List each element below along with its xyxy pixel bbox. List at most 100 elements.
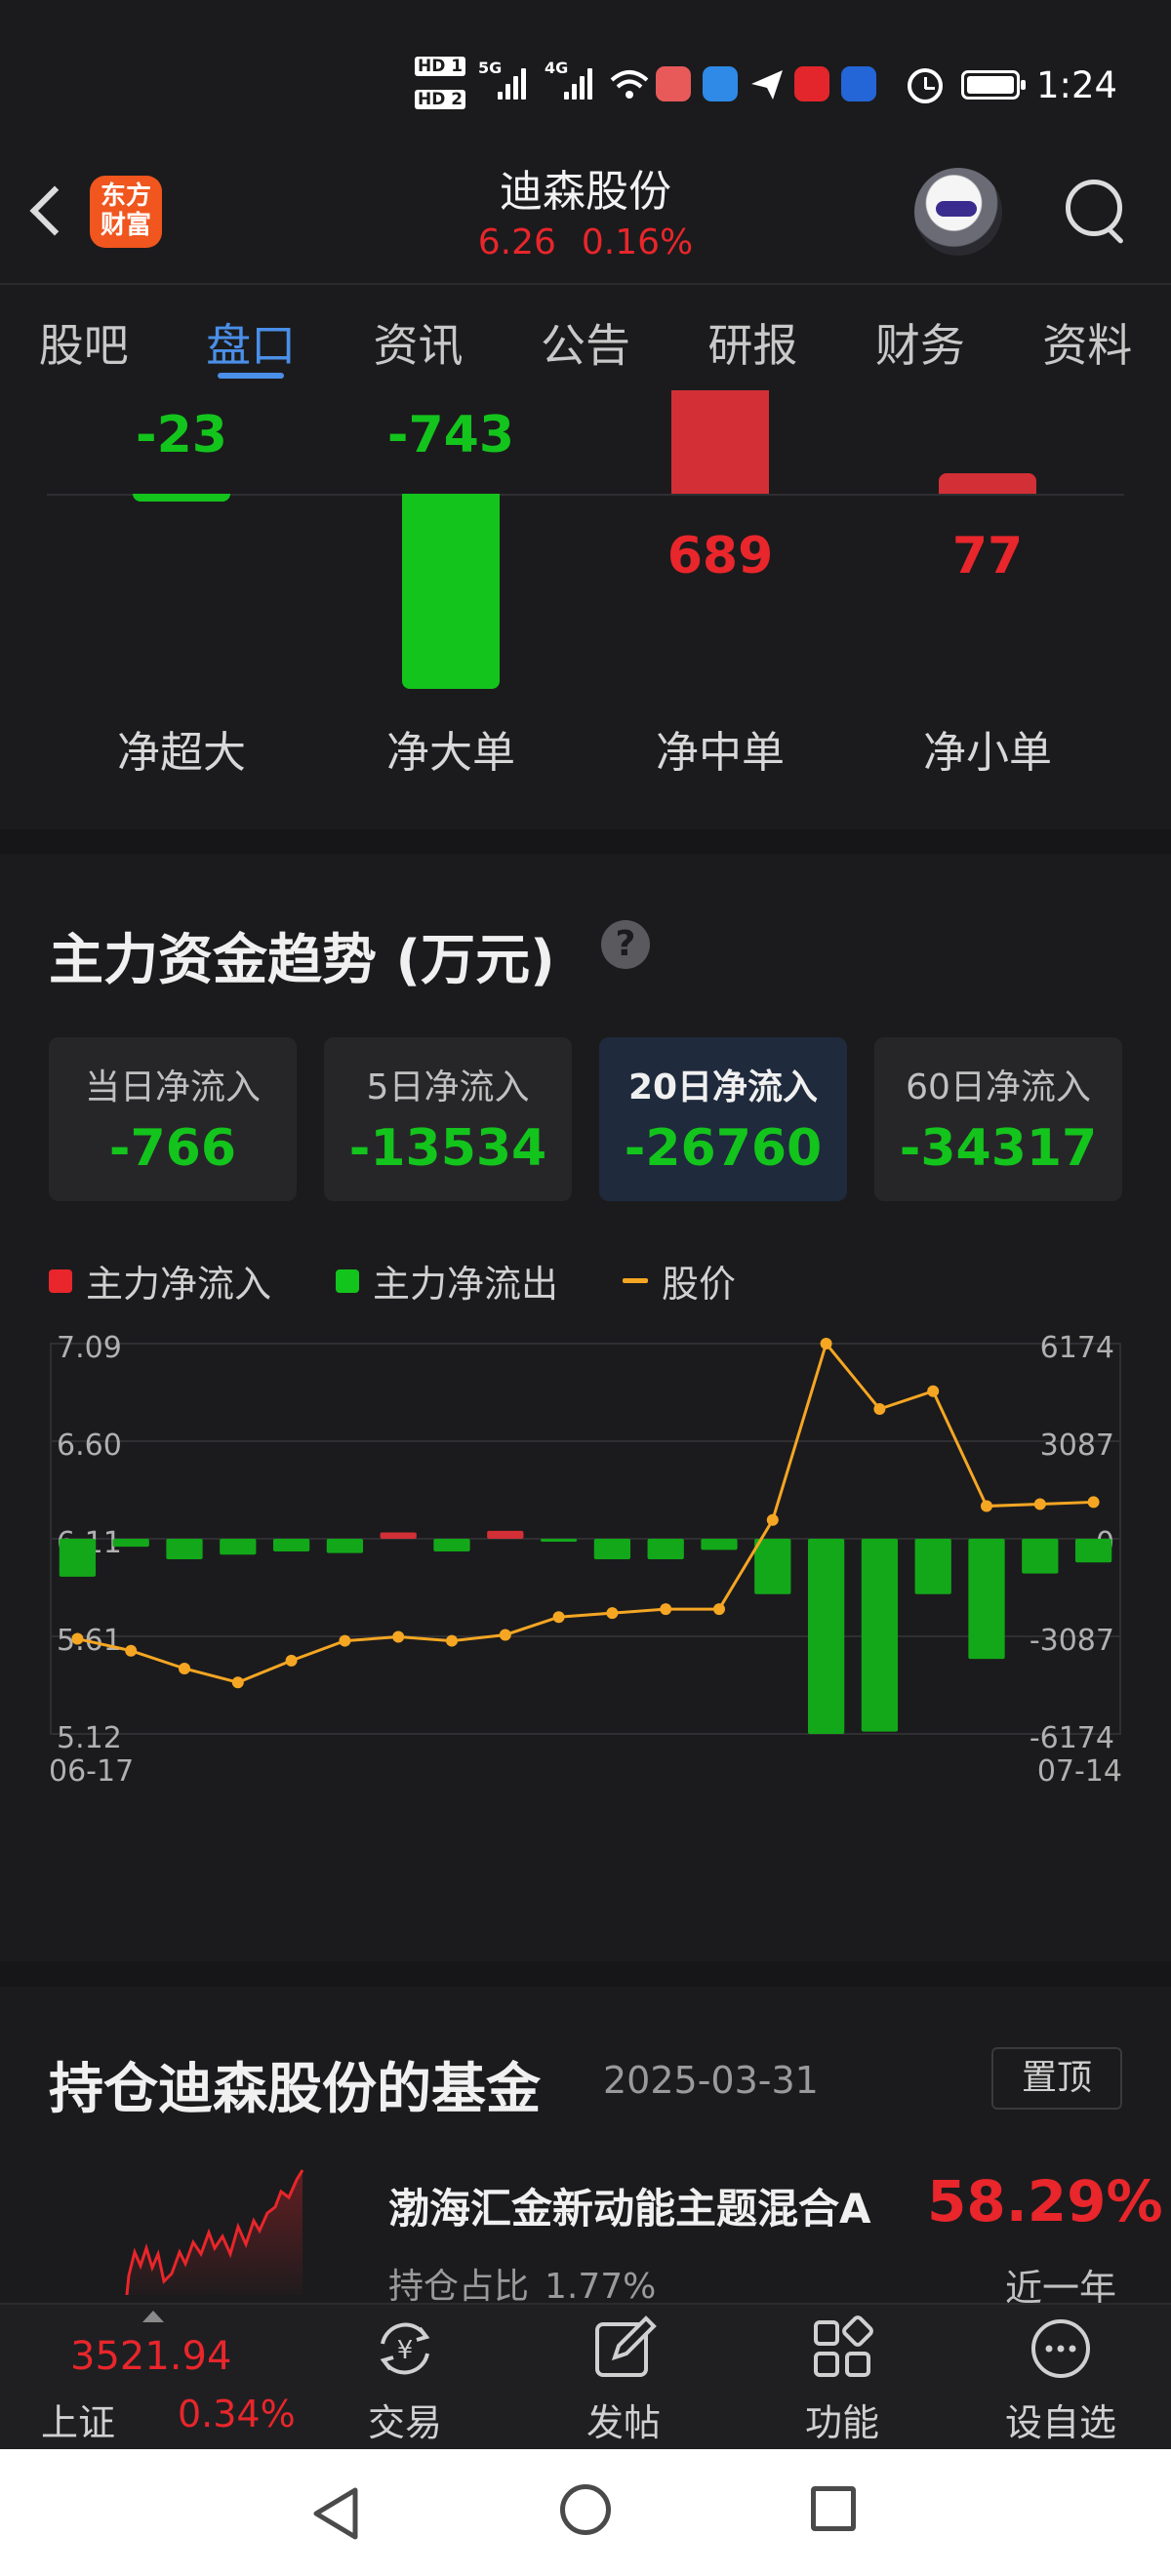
return-period: 近一年 [1005, 2267, 1117, 2309]
card-label: 5日净流入 [366, 1067, 530, 1107]
pin-top-button[interactable]: 置顶 [991, 2047, 1122, 2110]
header: 东方 财富 迪森股份 6.26 0.16% [0, 146, 1171, 283]
left-tick-label: 6.60 [57, 1429, 122, 1463]
nav-label: 发帖 [586, 2401, 661, 2444]
price-point [820, 1338, 832, 1349]
outflow-bar [968, 1539, 1005, 1660]
status-time: 1:24 [1036, 64, 1118, 106]
tab-bar: 股吧 盘口 资讯 公告 研报 财务 资料 [0, 283, 1171, 390]
card-5day-inflow[interactable]: 5日净流入 -13534 [324, 1037, 572, 1201]
net-inflow-cards: 当日净流入 -766 5日净流入 -13534 20日净流入 -26760 60… [49, 1037, 1122, 1201]
order-flow-section: -23 净超大 -743 净大单 689 净中单 77 净小单 [0, 390, 1171, 829]
outflow-bar [326, 1539, 364, 1553]
bulb-app-icon [841, 66, 876, 101]
system-navigation-bar [0, 2449, 1171, 2576]
search-icon[interactable] [1062, 176, 1128, 242]
weather-icon [703, 66, 738, 101]
signal-1-icon [498, 66, 526, 100]
capital-trend-chart[interactable]: 7.0961746.6030876.1105.61-30875.12-61740… [0, 1332, 1171, 1800]
flow-bar [939, 473, 1036, 494]
legend-inflow: 主力净流入 [49, 1254, 271, 1308]
card-60day-inflow[interactable]: 60日净流入 -34317 [874, 1037, 1122, 1201]
tab-research[interactable]: 研报 [669, 285, 836, 390]
paper-plane-icon [751, 70, 783, 100]
hd2-badge: HD 2 [415, 90, 466, 109]
sh-index-change[interactable]: 0.34% [178, 2393, 296, 2435]
card-label: 当日净流入 [84, 1067, 261, 1107]
nav-add-watchlist[interactable]: 设自选 [988, 2314, 1134, 2446]
legend-swatch-line [623, 1278, 649, 1283]
system-home-icon[interactable] [560, 2484, 611, 2535]
flow-label: 净小单 [923, 728, 1052, 778]
price-point [179, 1662, 190, 1674]
card-20day-inflow[interactable]: 20日净流入 -26760 [599, 1037, 847, 1201]
grid-icon [814, 2315, 873, 2377]
legend-label: 主力净流入 [86, 1263, 272, 1306]
compose-icon [595, 2315, 657, 2377]
tab-profile[interactable]: 资料 [1004, 285, 1171, 390]
card-label: 60日净流入 [906, 1067, 1091, 1107]
outflow-bar [59, 1539, 97, 1577]
fund-name[interactable]: 渤海汇金新动能主题混合A [388, 2176, 871, 2235]
card-today-inflow[interactable]: 当日净流入 -766 [49, 1037, 297, 1201]
legend-label: 主力净流出 [373, 1263, 559, 1306]
right-tick-label: -3087 [1030, 1624, 1114, 1658]
flow-value: -23 [136, 406, 227, 464]
price-point [873, 1403, 886, 1416]
price-point [285, 1654, 298, 1667]
price-point [71, 1632, 84, 1645]
nav-label: 交易 [367, 2401, 442, 2444]
card-value: -26760 [624, 1119, 823, 1178]
system-back-icon[interactable] [310, 2486, 361, 2541]
holding-funds-section: 持仓迪森股份的基金 2025-03-31 置顶 渤海汇金新动能主题混合A 58.… [0, 1987, 1171, 2309]
status-bar: HD 1 HD 2 5G 4G 1:24 [0, 0, 1171, 146]
stock-price: 6.26 [477, 222, 556, 262]
outflow-bar [1074, 1539, 1112, 1563]
fund-holding-ratio: 持仓占比 1.77% [388, 2258, 656, 2309]
outflow-bar [647, 1539, 684, 1560]
nav-trade[interactable]: ¥ 交易 [332, 2314, 478, 2446]
yuan-exchange-icon: ¥ [380, 2322, 430, 2375]
legend-swatch-red [49, 1268, 72, 1293]
price-point [1033, 1498, 1046, 1510]
nav-post[interactable]: 发帖 [550, 2314, 697, 2446]
outflow-bar [807, 1539, 845, 1734]
price-point [660, 1603, 672, 1616]
card-label: 20日净流入 [627, 1067, 819, 1107]
outflow-bar [272, 1539, 310, 1551]
caret-up-icon[interactable] [142, 2311, 164, 2322]
legend-price: 股价 [623, 1254, 736, 1308]
price-point [231, 1676, 244, 1689]
sh-index-value[interactable]: 3521.94 [70, 2334, 231, 2379]
left-tick-label: 7.09 [57, 1332, 122, 1365]
legend-swatch-green [336, 1268, 360, 1293]
outflow-bar [701, 1539, 738, 1550]
tab-announcements[interactable]: 公告 [502, 285, 668, 390]
more-icon [1031, 2319, 1090, 2378]
outflow-bar [593, 1539, 631, 1560]
outflow-bar [914, 1539, 951, 1594]
chart-legend: 主力净流入 主力净流出 股价 [49, 1254, 800, 1308]
price-point [446, 1634, 458, 1647]
right-tick-label: -6174 [1030, 1721, 1114, 1755]
card-value: -13534 [348, 1119, 547, 1178]
price-point [1087, 1496, 1100, 1509]
price-point [392, 1630, 405, 1643]
tab-news[interactable]: 资讯 [335, 285, 502, 390]
right-tick-label: 6174 [1040, 1332, 1114, 1365]
avatar[interactable] [914, 168, 1002, 256]
system-recent-apps-icon[interactable] [811, 2486, 856, 2531]
x-end-label: 07-14 [1037, 1754, 1122, 1789]
help-icon[interactable]: ? [601, 920, 650, 969]
flow-label: 净中单 [656, 728, 785, 778]
tab-guba[interactable]: 股吧 [0, 285, 167, 390]
outflow-bar [540, 1539, 578, 1542]
sh-index-name[interactable]: 上证 [41, 2393, 115, 2446]
tab-finance[interactable]: 财务 [836, 285, 1003, 390]
flow-label: 净超大 [117, 728, 246, 778]
tab-pankou[interactable]: 盘口 [167, 285, 334, 390]
bottom-nav: 3521.94 上证 0.34% ¥ 交易 发帖 功能 设自选 [0, 2303, 1171, 2449]
nav-functions[interactable]: 功能 [769, 2314, 915, 2446]
alarm-icon [908, 68, 943, 103]
flow-value: 77 [951, 527, 1024, 585]
